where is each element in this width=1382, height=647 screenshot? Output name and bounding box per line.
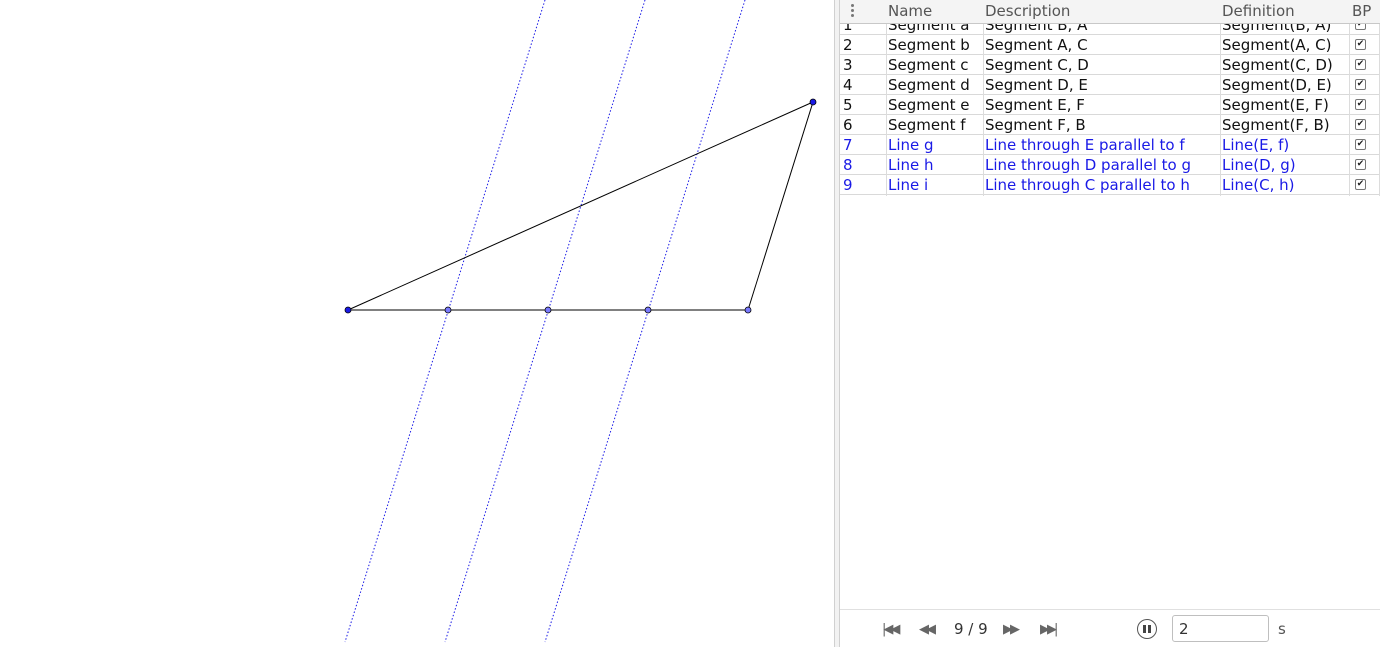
header-definition[interactable]: Definition (1222, 0, 1295, 23)
table-row[interactable]: 2 Segment b Segment A, C Segment(A, C) ✔ (840, 35, 1380, 55)
point-e[interactable] (644, 306, 652, 314)
construction-protocol-panel: 1 Segment a Segment B, A Segment(B, A) ✔ 2 Seg… (840, 0, 1382, 647)
column-divider (1379, 0, 1380, 196)
step-back-icon[interactable]: ◀◀ (919, 623, 936, 636)
line-h[interactable] (444, 0, 646, 643)
row-name: Line g (888, 136, 934, 154)
table-row[interactable]: 7 Line g Line through E parallel to f Line(… (840, 135, 1380, 155)
speed-unit-label: s (1278, 620, 1286, 638)
column-divider (1349, 0, 1350, 196)
row-name: Segment c (888, 56, 969, 74)
row-name: Line i (888, 176, 929, 194)
breakpoint-checkbox[interactable]: ✔ (1355, 139, 1366, 150)
row-definition: Segment(F, B) (1222, 116, 1330, 134)
breakpoint-cell: ✔ (1352, 55, 1372, 75)
table-row[interactable]: 6 Segment f Segment F, B Segment(F, B) ✔ (840, 115, 1380, 135)
row-name: Line h (888, 156, 934, 174)
step-forward-icon[interactable]: ▶▶ (1003, 623, 1020, 636)
row-definition: Line(D, g) (1222, 156, 1296, 174)
header-name[interactable]: Name (888, 0, 932, 23)
table-row[interactable]: 5 Segment e Segment E, F Segment(E, F) ✔ (840, 95, 1380, 115)
row-number: 6 (843, 116, 853, 134)
point-b[interactable] (809, 98, 817, 106)
row-name: Segment e (888, 96, 970, 114)
row-description: Segment D, E (985, 76, 1088, 94)
pause-icon[interactable] (1137, 619, 1157, 639)
row-description: Segment F, B (985, 116, 1086, 134)
point-a[interactable] (344, 306, 352, 314)
protocol-header: Name Description Definition BP (840, 0, 1380, 24)
row-number: 5 (843, 96, 853, 114)
row-number: 7 (843, 136, 853, 154)
line-g[interactable] (544, 0, 746, 643)
skip-to-start-icon[interactable]: |◀◀ (882, 623, 900, 636)
step-counter: 9 / 9 (954, 620, 988, 638)
segment-f[interactable] (747, 101, 814, 311)
breakpoint-checkbox[interactable]: ✔ (1355, 79, 1366, 90)
protocol-navigation-bar: |◀◀ ◀◀ 9 / 9 ▶▶ ▶▶| s (840, 609, 1380, 647)
row-name: Segment d (888, 76, 970, 94)
table-row[interactable]: 4 Segment d Segment D, E Segment(D, E) ✔ (840, 75, 1380, 95)
row-number: 9 (843, 176, 853, 194)
column-divider (983, 0, 984, 196)
table-row[interactable]: 8 Line h Line through D parallel to g Line(… (840, 155, 1380, 175)
row-description: Segment C, D (985, 56, 1089, 74)
row-definition: Segment(D, E) (1222, 76, 1332, 94)
breakpoint-cell: ✔ (1352, 95, 1372, 115)
point-d[interactable] (544, 306, 552, 314)
breakpoint-checkbox[interactable]: ✔ (1355, 59, 1366, 70)
header-breakpoint[interactable]: BP (1352, 0, 1371, 23)
row-number: 8 (843, 156, 853, 174)
row-name: Segment f (888, 116, 966, 134)
row-definition: Segment(A, C) (1222, 36, 1332, 54)
column-menu-icon[interactable] (848, 3, 856, 21)
row-description: Line through E parallel to f (985, 136, 1185, 154)
line-i[interactable] (344, 0, 546, 643)
row-name: Segment b (888, 36, 970, 54)
column-divider (886, 0, 887, 196)
segment-a[interactable] (347, 101, 814, 311)
protocol-table[interactable]: 1 Segment a Segment B, A Segment(B, A) ✔ 2 Seg… (840, 0, 1380, 196)
breakpoint-cell: ✔ (1352, 155, 1372, 175)
breakpoint-checkbox[interactable]: ✔ (1355, 179, 1366, 190)
row-description: Line through C parallel to h (985, 176, 1190, 194)
breakpoint-cell: ✔ (1352, 75, 1372, 95)
breakpoint-checkbox[interactable]: ✔ (1355, 99, 1366, 110)
row-number: 2 (843, 36, 853, 54)
table-row[interactable]: 9 Line i Line through C parallel to h Line(… (840, 175, 1380, 195)
row-definition: Line(C, h) (1222, 176, 1295, 194)
construction-canvas[interactable] (0, 0, 834, 647)
graphics-view[interactable] (0, 0, 834, 647)
breakpoint-checkbox[interactable]: ✔ (1355, 159, 1366, 170)
column-divider (1220, 0, 1221, 196)
breakpoint-checkbox[interactable]: ✔ (1355, 39, 1366, 50)
point-f[interactable] (744, 306, 752, 314)
row-description: Line through D parallel to g (985, 156, 1191, 174)
row-number: 4 (843, 76, 853, 94)
speed-input[interactable] (1172, 615, 1269, 642)
breakpoint-checkbox[interactable]: ✔ (1355, 119, 1366, 130)
breakpoint-cell: ✔ (1352, 115, 1372, 135)
point-c[interactable] (444, 306, 452, 314)
row-description: Segment E, F (985, 96, 1085, 114)
header-description[interactable]: Description (985, 0, 1070, 23)
table-row[interactable]: 3 Segment c Segment C, D Segment(C, D) ✔ (840, 55, 1380, 75)
breakpoint-cell: ✔ (1352, 35, 1372, 55)
breakpoint-cell: ✔ (1352, 175, 1372, 195)
row-description: Segment A, C (985, 36, 1088, 54)
row-definition: Line(E, f) (1222, 136, 1290, 154)
breakpoint-cell: ✔ (1352, 135, 1372, 155)
row-definition: Segment(E, F) (1222, 96, 1329, 114)
skip-to-end-icon[interactable]: ▶▶| (1040, 623, 1058, 636)
row-definition: Segment(C, D) (1222, 56, 1333, 74)
row-number: 3 (843, 56, 853, 74)
